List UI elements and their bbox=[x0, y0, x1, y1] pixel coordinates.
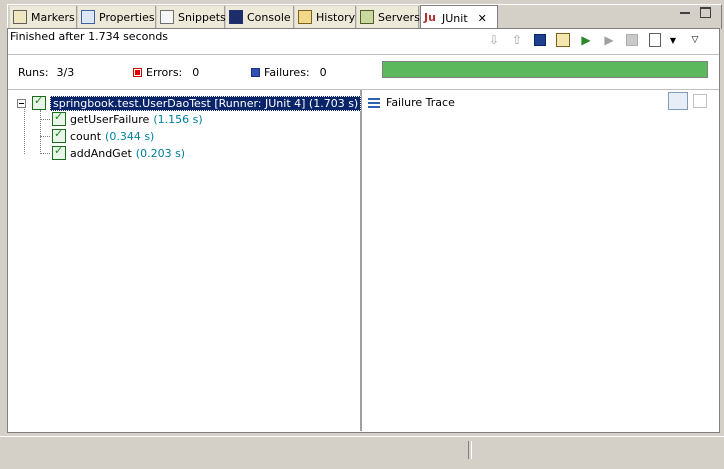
test-passed-icon bbox=[52, 144, 66, 160]
tab-label: Markers bbox=[31, 10, 75, 24]
previous-failure-icon[interactable]: ⇧ bbox=[508, 31, 526, 49]
progress-bar bbox=[382, 61, 708, 78]
next-failure-icon[interactable]: ⇩ bbox=[485, 31, 503, 49]
history-dropdown-icon[interactable]: ▼ bbox=[669, 31, 677, 49]
tab-label: Console bbox=[247, 10, 291, 24]
history-icon bbox=[298, 10, 312, 24]
tab-junit[interactable]: Ju JUnit ✕ bbox=[420, 5, 498, 30]
test-passed-icon bbox=[52, 110, 66, 126]
tree-suite-row[interactable]: springbook.test.UserDaoTest [Runner: JUn… bbox=[17, 94, 362, 111]
tree-guide-line bbox=[24, 106, 25, 154]
rerun-test-icon[interactable]: ▶ bbox=[577, 31, 595, 49]
test-run-history-icon[interactable] bbox=[646, 31, 664, 49]
view-tab-bar: Markers Properties Snippets Console Hist… bbox=[7, 4, 722, 30]
show-failures-only-icon[interactable] bbox=[531, 31, 549, 49]
tab-label: History bbox=[316, 10, 356, 24]
tab-label: JUnit bbox=[442, 11, 468, 25]
stop-icon[interactable] bbox=[623, 31, 641, 49]
runs-value: 3/3 bbox=[56, 66, 75, 79]
runs-label: Runs: bbox=[18, 66, 49, 79]
filter-stack-trace-icon[interactable] bbox=[668, 92, 688, 110]
tree-guide-line bbox=[40, 119, 50, 120]
maximize-icon[interactable] bbox=[700, 7, 711, 18]
snippets-icon bbox=[160, 10, 174, 24]
tab-label: Snippets bbox=[178, 10, 226, 24]
tree-test-row[interactable]: getUserFailure (1.156 s) bbox=[52, 110, 203, 127]
tab-label: Properties bbox=[99, 10, 155, 24]
test-time: (0.203 s) bbox=[135, 146, 186, 160]
rerun-failed-first-icon[interactable]: ▶ bbox=[600, 31, 618, 49]
compare-result-icon[interactable] bbox=[693, 94, 707, 108]
error-icon bbox=[133, 68, 142, 77]
errors-label: Errors: bbox=[146, 66, 183, 79]
tree-guide-line bbox=[40, 153, 50, 154]
servers-icon bbox=[360, 10, 374, 24]
tree-test-row[interactable]: addAndGet (0.203 s) bbox=[52, 144, 186, 161]
tree-guide-line bbox=[40, 110, 41, 154]
tab-servers[interactable]: Servers bbox=[357, 6, 420, 28]
stack-trace-icon bbox=[368, 97, 380, 108]
tab-label: Servers bbox=[378, 10, 420, 24]
test-time: (1.156 s) bbox=[153, 112, 203, 126]
failure-icon bbox=[251, 68, 260, 77]
junit-toolbar: ⇩ ⇧ ▶ ▶ ▼ ▽ bbox=[485, 30, 704, 50]
tab-markers[interactable]: Markers bbox=[10, 6, 77, 28]
status-bar-separator bbox=[468, 441, 472, 459]
test-suite-passed-icon bbox=[32, 94, 46, 110]
scroll-lock-icon[interactable] bbox=[554, 31, 572, 49]
counter-panel: Runs: 3/3 Errors: 0 Failures: 0 bbox=[8, 54, 719, 90]
markers-icon bbox=[13, 10, 27, 24]
errors-value: 0 bbox=[192, 66, 200, 79]
tab-console[interactable]: Console bbox=[226, 6, 294, 28]
test-name: addAndGet bbox=[70, 146, 132, 160]
junit-icon: Ju bbox=[424, 11, 436, 24]
tree-test-row[interactable]: count (0.344 s) bbox=[52, 127, 155, 144]
collapse-icon[interactable] bbox=[17, 98, 26, 108]
test-name: count bbox=[70, 129, 102, 143]
properties-icon bbox=[81, 10, 95, 24]
test-name: getUserFailure bbox=[70, 112, 150, 126]
minimize-icon[interactable] bbox=[680, 9, 690, 14]
failures-value: 0 bbox=[319, 66, 327, 79]
test-time: (0.344 s) bbox=[105, 129, 155, 143]
tab-snippets[interactable]: Snippets bbox=[157, 6, 226, 28]
failure-trace-header: Failure Trace bbox=[368, 96, 455, 109]
workbench-status-bar bbox=[0, 436, 724, 469]
failure-trace-title: Failure Trace bbox=[386, 96, 455, 109]
test-tree[interactable]: springbook.test.UserDaoTest [Runner: JUn… bbox=[8, 90, 362, 431]
status-message: Finished after 1.734 seconds bbox=[10, 30, 169, 43]
console-icon bbox=[229, 10, 243, 24]
test-passed-icon bbox=[52, 127, 66, 143]
tree-guide-line bbox=[40, 136, 50, 137]
tab-history[interactable]: History bbox=[295, 6, 356, 28]
view-menu-icon[interactable]: ▽ bbox=[686, 31, 704, 49]
tab-properties[interactable]: Properties bbox=[78, 6, 156, 28]
suite-label: springbook.test.UserDaoTest [Runner: JUn… bbox=[50, 95, 362, 111]
failure-trace-pane: Failure Trace bbox=[362, 90, 719, 431]
close-icon[interactable]: ✕ bbox=[478, 12, 487, 25]
progress-bar-fill bbox=[383, 62, 707, 77]
failures-label: Failures: bbox=[264, 66, 310, 79]
